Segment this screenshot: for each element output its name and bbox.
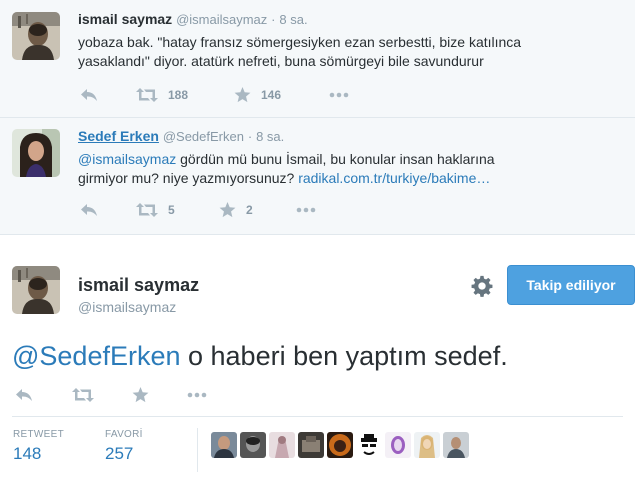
- reply-button[interactable]: [80, 200, 98, 220]
- favorite-icon: [234, 87, 251, 103]
- url-link[interactable]: radikal.com.tr/turkiye/bakime…: [298, 170, 490, 186]
- faver-avatar[interactable]: [240, 432, 266, 458]
- retweet-stat-label: RETWEET: [13, 429, 64, 440]
- retweet-count[interactable]: 188: [168, 88, 188, 102]
- tweet-body: o haberi ben yaptım sedef.: [180, 341, 508, 371]
- tweet-actions: [15, 385, 235, 407]
- reply-icon: [81, 89, 97, 101]
- more-button[interactable]: [187, 385, 207, 405]
- mention-link[interactable]: @SedefErken: [12, 341, 181, 371]
- tweet-timestamp[interactable]: 8 sa.: [256, 129, 284, 144]
- faver-avatar[interactable]: [443, 432, 469, 458]
- avatar[interactable]: [12, 266, 60, 314]
- favorite-count[interactable]: 2: [246, 203, 253, 217]
- retweet-count[interactable]: 5: [168, 203, 175, 217]
- tweet-text: @SedefErken o haberi ben yaptım sedef.: [12, 339, 508, 373]
- author-handle[interactable]: @ismailsaymaz: [78, 299, 176, 315]
- faver-avatar[interactable]: [298, 432, 324, 458]
- favorite-count[interactable]: 146: [261, 88, 281, 102]
- faver-avatar[interactable]: [211, 432, 237, 458]
- retweet-stat-count[interactable]: 148: [13, 444, 64, 464]
- gear-icon: [471, 275, 493, 297]
- faver-avatar[interactable]: [327, 432, 353, 458]
- permalink-tweet: ismail saymaz @ismailsaymaz Takip ediliy…: [0, 234, 635, 483]
- retweet-icon: [136, 203, 158, 217]
- mention-link[interactable]: @ismailsaymaz: [78, 151, 176, 167]
- avatar[interactable]: [12, 12, 60, 60]
- divider: [12, 416, 623, 417]
- reply-button[interactable]: [80, 85, 98, 105]
- faver-avatar[interactable]: [356, 432, 382, 458]
- context-tweets: ismail saymaz @ismailsaymaz · 8 sa. yoba…: [0, 0, 635, 234]
- separator-dot: ·: [247, 129, 253, 144]
- tweet-actions: 5 2: [80, 200, 380, 220]
- author-handle[interactable]: @ismailsaymaz: [176, 12, 267, 27]
- more-button[interactable]: [296, 200, 316, 220]
- tweet-item[interactable]: ismail saymaz @ismailsaymaz · 8 sa. yoba…: [0, 0, 635, 117]
- more-icon: [296, 207, 316, 213]
- faver-avatar[interactable]: [385, 432, 411, 458]
- favorite-icon: [132, 387, 149, 403]
- more-icon: [329, 92, 349, 98]
- reply-button[interactable]: [15, 385, 33, 405]
- author-name[interactable]: Sedef Erken: [78, 128, 159, 144]
- author-handle[interactable]: @SedefErken: [163, 129, 244, 144]
- retweet-stat[interactable]: RETWEET 148: [13, 429, 64, 464]
- tweet-timestamp[interactable]: 8 sa.: [279, 12, 307, 27]
- favoriters-avatars: [211, 432, 469, 458]
- following-button[interactable]: Takip ediliyor: [507, 265, 635, 305]
- retweet-button[interactable]: 5: [136, 200, 175, 220]
- favorite-button[interactable]: 146: [234, 85, 281, 105]
- separator-dot: ·: [271, 12, 276, 27]
- tweet-text: yobaza bak. "hatay fransız sömergesiyken…: [78, 34, 522, 69]
- reply-icon: [16, 389, 32, 401]
- author-name[interactable]: ismail saymaz: [78, 275, 199, 296]
- favorite-stat-label: FAVORİ: [105, 429, 143, 440]
- more-button[interactable]: [329, 85, 349, 105]
- tweet-header: ismail saymaz @ismailsaymaz · 8 sa.: [78, 11, 308, 27]
- favorite-stat[interactable]: FAVORİ 257: [105, 429, 143, 464]
- retweet-icon: [136, 88, 158, 102]
- avatar[interactable]: [12, 129, 60, 177]
- reply-icon: [81, 204, 97, 216]
- stat-separator: [197, 428, 198, 472]
- favorite-icon: [219, 202, 236, 218]
- tweet-actions: 188 146: [80, 85, 380, 105]
- faver-avatar[interactable]: [414, 432, 440, 458]
- gear-button[interactable]: [471, 275, 493, 297]
- tweet-header: Sedef Erken @SedefErken · 8 sa.: [78, 128, 284, 144]
- retweet-button[interactable]: [72, 385, 94, 405]
- favorite-stat-count[interactable]: 257: [105, 444, 143, 464]
- retweet-button[interactable]: 188: [136, 85, 188, 105]
- faver-avatar[interactable]: [269, 432, 295, 458]
- tweet-text: @ismailsaymaz gördün mü bunu İsmail, bu …: [78, 150, 548, 188]
- favorite-button[interactable]: [132, 385, 149, 405]
- more-icon: [187, 392, 207, 398]
- retweet-icon: [72, 388, 94, 402]
- favorite-button[interactable]: 2: [219, 200, 253, 220]
- author-name[interactable]: ismail saymaz: [78, 11, 172, 27]
